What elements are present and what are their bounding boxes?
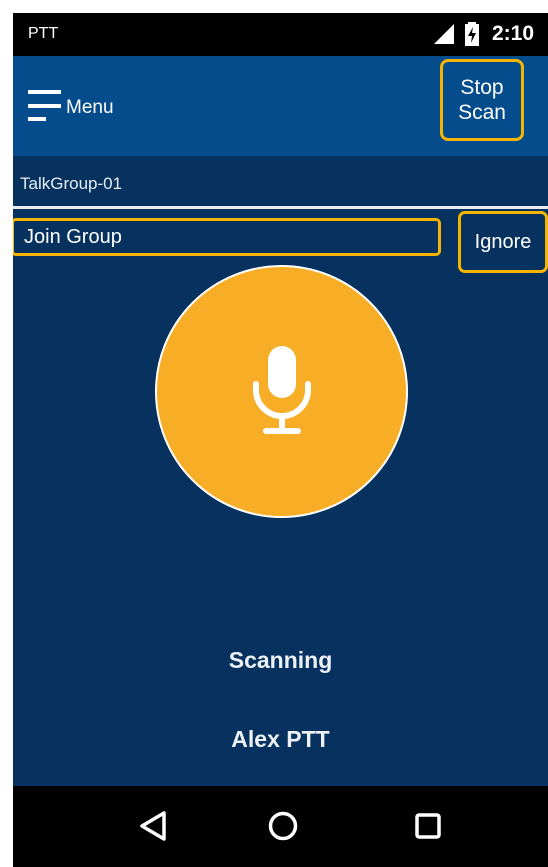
stop-scan-label-line1: Stop xyxy=(460,76,504,99)
talkgroup-bar: TalkGroup-01 xyxy=(13,156,548,206)
status-bar: PTT 2:10 xyxy=(13,13,548,56)
stop-scan-button[interactable]: Stop Scan xyxy=(440,59,524,141)
user-name: Alex PTT xyxy=(231,726,330,752)
home-icon xyxy=(268,811,298,841)
hamburger-menu-icon xyxy=(28,90,61,121)
menu-label: Menu xyxy=(66,97,114,118)
phone-screen: PTT 2:10 Menu Stop Scan TalkGroup-01 Joi… xyxy=(13,13,548,867)
microphone-icon xyxy=(252,345,311,434)
ignore-label: Ignore xyxy=(474,230,532,253)
navigation-bar xyxy=(13,786,548,867)
back-icon xyxy=(140,811,166,841)
home-button[interactable] xyxy=(265,808,301,844)
recent-apps-button[interactable] xyxy=(410,808,446,844)
ignore-button[interactable]: Ignore xyxy=(458,211,548,273)
push-to-talk-button[interactable] xyxy=(155,265,408,518)
menu-button[interactable]: Menu xyxy=(26,80,114,130)
stop-scan-label-line2: Scan xyxy=(458,101,506,124)
back-button[interactable] xyxy=(135,808,171,844)
status-app-label: PTT xyxy=(28,25,59,42)
join-group-button[interactable]: Join Group xyxy=(13,218,441,256)
signal-icon xyxy=(433,24,454,44)
scan-status-text: Scanning xyxy=(228,647,333,673)
battery-charging-icon xyxy=(464,22,479,46)
join-group-label: Join Group xyxy=(24,225,122,248)
recent-apps-icon xyxy=(415,813,441,839)
status-time: 2:10 xyxy=(491,22,534,45)
divider xyxy=(13,206,548,209)
status-indicators: 2:10 xyxy=(432,19,534,49)
talkgroup-name: TalkGroup-01 xyxy=(20,174,123,193)
app-toolbar: Menu Stop Scan xyxy=(13,56,548,156)
